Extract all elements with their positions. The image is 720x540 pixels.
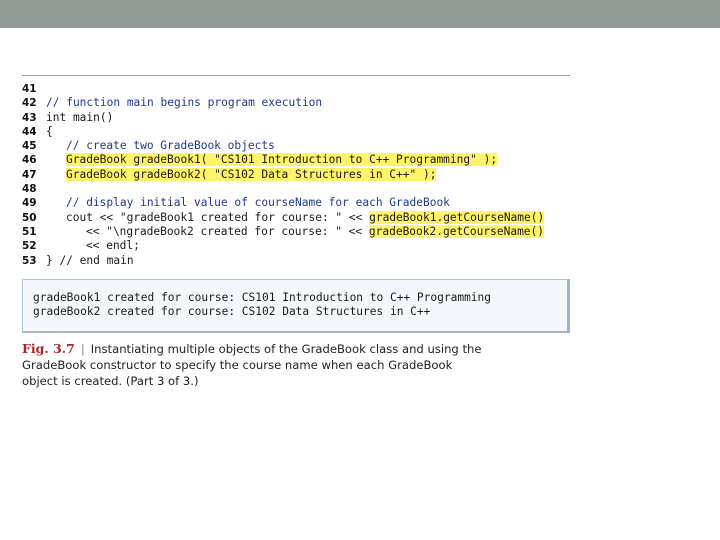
code-line-47: 47 GradeBook gradeBook2( "CS102 Data Str… bbox=[22, 167, 570, 182]
code-comment: // display initial value of courseName f… bbox=[66, 196, 450, 210]
highlighted-code: GradeBook gradeBook2( "CS102 Data Struct… bbox=[66, 167, 437, 181]
code-text: << "\ngradeBook2 created for course: " <… bbox=[86, 224, 369, 238]
caption-text: Instantiating multiple objects of the Gr… bbox=[22, 342, 482, 388]
highlighted-code: GradeBook gradeBook1( "CS101 Introductio… bbox=[66, 153, 498, 167]
code-line-45: 45 // create two GradeBook objects bbox=[22, 139, 570, 153]
code-line-53: 53 } // end main bbox=[22, 254, 570, 268]
figure-caption: Fig. 3.7 | Instantiating multiple objects … bbox=[22, 341, 482, 389]
line-number: 49 bbox=[22, 197, 37, 210]
code-line-52: 52 << endl; bbox=[22, 239, 570, 253]
output-line: gradeBook1 created for course: CS101 Int… bbox=[33, 291, 492, 304]
code-comment: // create two GradeBook objects bbox=[66, 139, 275, 153]
code-text: << endl; bbox=[86, 239, 140, 253]
caption-separator: | bbox=[80, 342, 85, 356]
line-number: 41 bbox=[22, 83, 37, 95]
line-number: 52 bbox=[22, 240, 37, 253]
code-line-48: 48 bbox=[22, 182, 570, 196]
line-number: 46 bbox=[22, 154, 37, 167]
line-number: 45 bbox=[22, 140, 37, 153]
line-number: 47 bbox=[22, 168, 37, 181]
code-text: { bbox=[46, 124, 53, 138]
highlighted-code: gradeBook2.getCourseName() bbox=[368, 224, 545, 238]
top-banner-bar bbox=[0, 0, 720, 28]
line-number: 53 bbox=[22, 254, 37, 267]
code-line-49: 49 // display initial value of courseNam… bbox=[22, 196, 570, 210]
code-line-41: 41 bbox=[22, 82, 570, 96]
code-line-51: 51 << "\ngradeBook2 created for course: … bbox=[22, 224, 570, 239]
line-number: 51 bbox=[22, 225, 37, 238]
highlighted-code: gradeBook1.getCourseName() bbox=[369, 210, 545, 224]
line-number: 50 bbox=[22, 211, 37, 224]
code-text: int main() bbox=[46, 110, 114, 124]
output-line: gradeBook2 created for course: CS102 Dat… bbox=[33, 305, 431, 318]
program-output-box: gradeBook1 created for course: CS101 Int… bbox=[22, 279, 570, 333]
figure-label: Fig. 3.7 bbox=[22, 341, 75, 356]
line-number: 42 bbox=[22, 97, 37, 110]
code-comment: // function main begins program executio… bbox=[46, 96, 323, 110]
code-line-43: 43 int main() bbox=[22, 111, 570, 125]
code-line-50: 50 cout << "gradeBook1 created for cours… bbox=[22, 210, 570, 225]
line-number: 43 bbox=[22, 111, 37, 124]
code-line-46: 46 GradeBook gradeBook1( "CS101 Introduc… bbox=[22, 153, 570, 167]
code-listing: 41 42 // function main begins program ex… bbox=[22, 82, 570, 268]
code-text: } // end main bbox=[46, 253, 134, 267]
code-line-42: 42 // function main begins program execu… bbox=[22, 96, 570, 110]
line-number: 48 bbox=[22, 183, 37, 196]
output-lines: gradeBook1 created for course: CS101 Int… bbox=[33, 291, 491, 319]
listing-top-rule bbox=[22, 75, 570, 76]
code-line-44: 44 { bbox=[22, 125, 570, 139]
code-text: cout << "gradeBook1 created for course: … bbox=[66, 210, 370, 224]
line-number: 44 bbox=[22, 125, 37, 138]
